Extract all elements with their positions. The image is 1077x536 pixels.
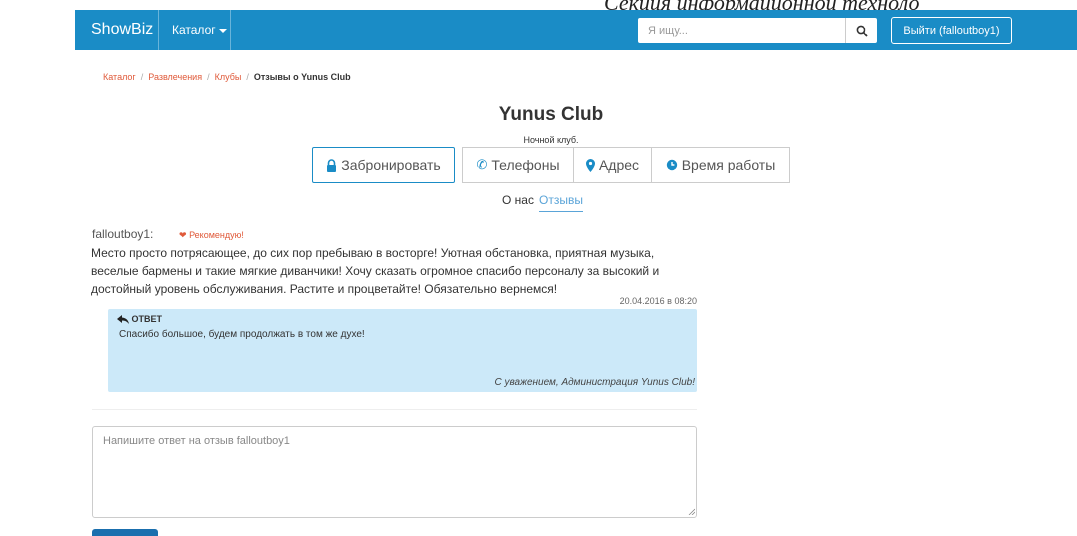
answer-signature: С уважением, Администрация Yunus Club! bbox=[494, 377, 695, 388]
divider bbox=[92, 409, 697, 410]
top-navbar: ShowBiz Каталог vk f Выйти (falloutboy1) bbox=[75, 10, 1077, 50]
phones-label: Телефоны bbox=[491, 157, 560, 173]
logout-button[interactable]: Выйти (falloutboy1) bbox=[891, 17, 1012, 44]
review-author: falloutboy1: bbox=[92, 227, 154, 241]
answer-header: ОТВЕТ bbox=[117, 314, 163, 325]
book-label: Забронировать bbox=[341, 157, 441, 173]
breadcrumb-item[interactable]: Развлечения bbox=[148, 72, 202, 82]
review-date: 20.04.2016 в 08:20 bbox=[619, 296, 697, 306]
book-button[interactable]: Забронировать bbox=[312, 147, 455, 183]
lock-icon bbox=[327, 158, 337, 172]
reply-icon bbox=[117, 315, 129, 325]
recommend-label: Рекомендую! bbox=[189, 230, 244, 240]
caret-down-icon bbox=[218, 28, 227, 33]
tab-reviews[interactable]: Отзывы bbox=[539, 193, 583, 212]
catalog-dropdown[interactable]: Каталог bbox=[172, 23, 227, 37]
vk-link[interactable]: vk bbox=[828, 23, 841, 37]
nav-divider bbox=[158, 10, 159, 50]
page-title: Yunus Club bbox=[498, 104, 604, 125]
breadcrumb-item[interactable]: Клубы bbox=[215, 72, 242, 82]
map-marker-icon bbox=[585, 158, 595, 172]
reply-textarea[interactable] bbox=[92, 426, 697, 518]
tab-about[interactable]: О нас bbox=[502, 193, 534, 207]
phone-icon: ✆ bbox=[476, 157, 488, 172]
admin-answer: ОТВЕТ Спасибо большое, будем продолжать … bbox=[108, 309, 697, 392]
answer-text: Спасибо большое, будем продолжать в том … bbox=[119, 329, 365, 340]
address-label: Адрес bbox=[598, 157, 640, 173]
hours-label: Время работы bbox=[681, 157, 776, 173]
brand-logo[interactable]: ShowBiz bbox=[91, 21, 153, 39]
breadcrumb-separator: / bbox=[140, 72, 144, 82]
breadcrumb-separator: / bbox=[207, 72, 210, 82]
club-type: Ночной клуб. bbox=[523, 135, 579, 145]
answer-header-label: ОТВЕТ bbox=[131, 314, 163, 324]
heart-icon: ❤ bbox=[179, 230, 187, 240]
catalog-label: Каталог bbox=[172, 23, 216, 37]
recommend-badge: ❤ Рекомендую! bbox=[179, 230, 244, 241]
breadcrumb-item[interactable]: Каталог bbox=[103, 72, 136, 82]
phones-button[interactable]: ✆ Телефоны bbox=[462, 147, 574, 183]
facebook-link[interactable]: f bbox=[864, 21, 869, 37]
review-text: Место просто потрясающее, до сих пор пре… bbox=[91, 246, 660, 296]
hours-button[interactable]: Время работы bbox=[651, 147, 790, 183]
address-button[interactable]: Адрес bbox=[573, 147, 652, 183]
clock-icon bbox=[666, 159, 677, 171]
search-input[interactable] bbox=[638, 18, 845, 43]
submit-reply-button[interactable] bbox=[92, 529, 158, 536]
breadcrumb-separator: / bbox=[246, 72, 249, 82]
breadcrumb: Каталог / Развлечения / Клубы / Отзывы о Yunus… bbox=[103, 72, 351, 82]
resize-grip-icon[interactable] bbox=[688, 508, 695, 515]
nav-divider bbox=[230, 10, 231, 50]
breadcrumb-current: Отзывы о Yunus Club bbox=[253, 72, 351, 82]
search-button[interactable] bbox=[845, 18, 877, 43]
